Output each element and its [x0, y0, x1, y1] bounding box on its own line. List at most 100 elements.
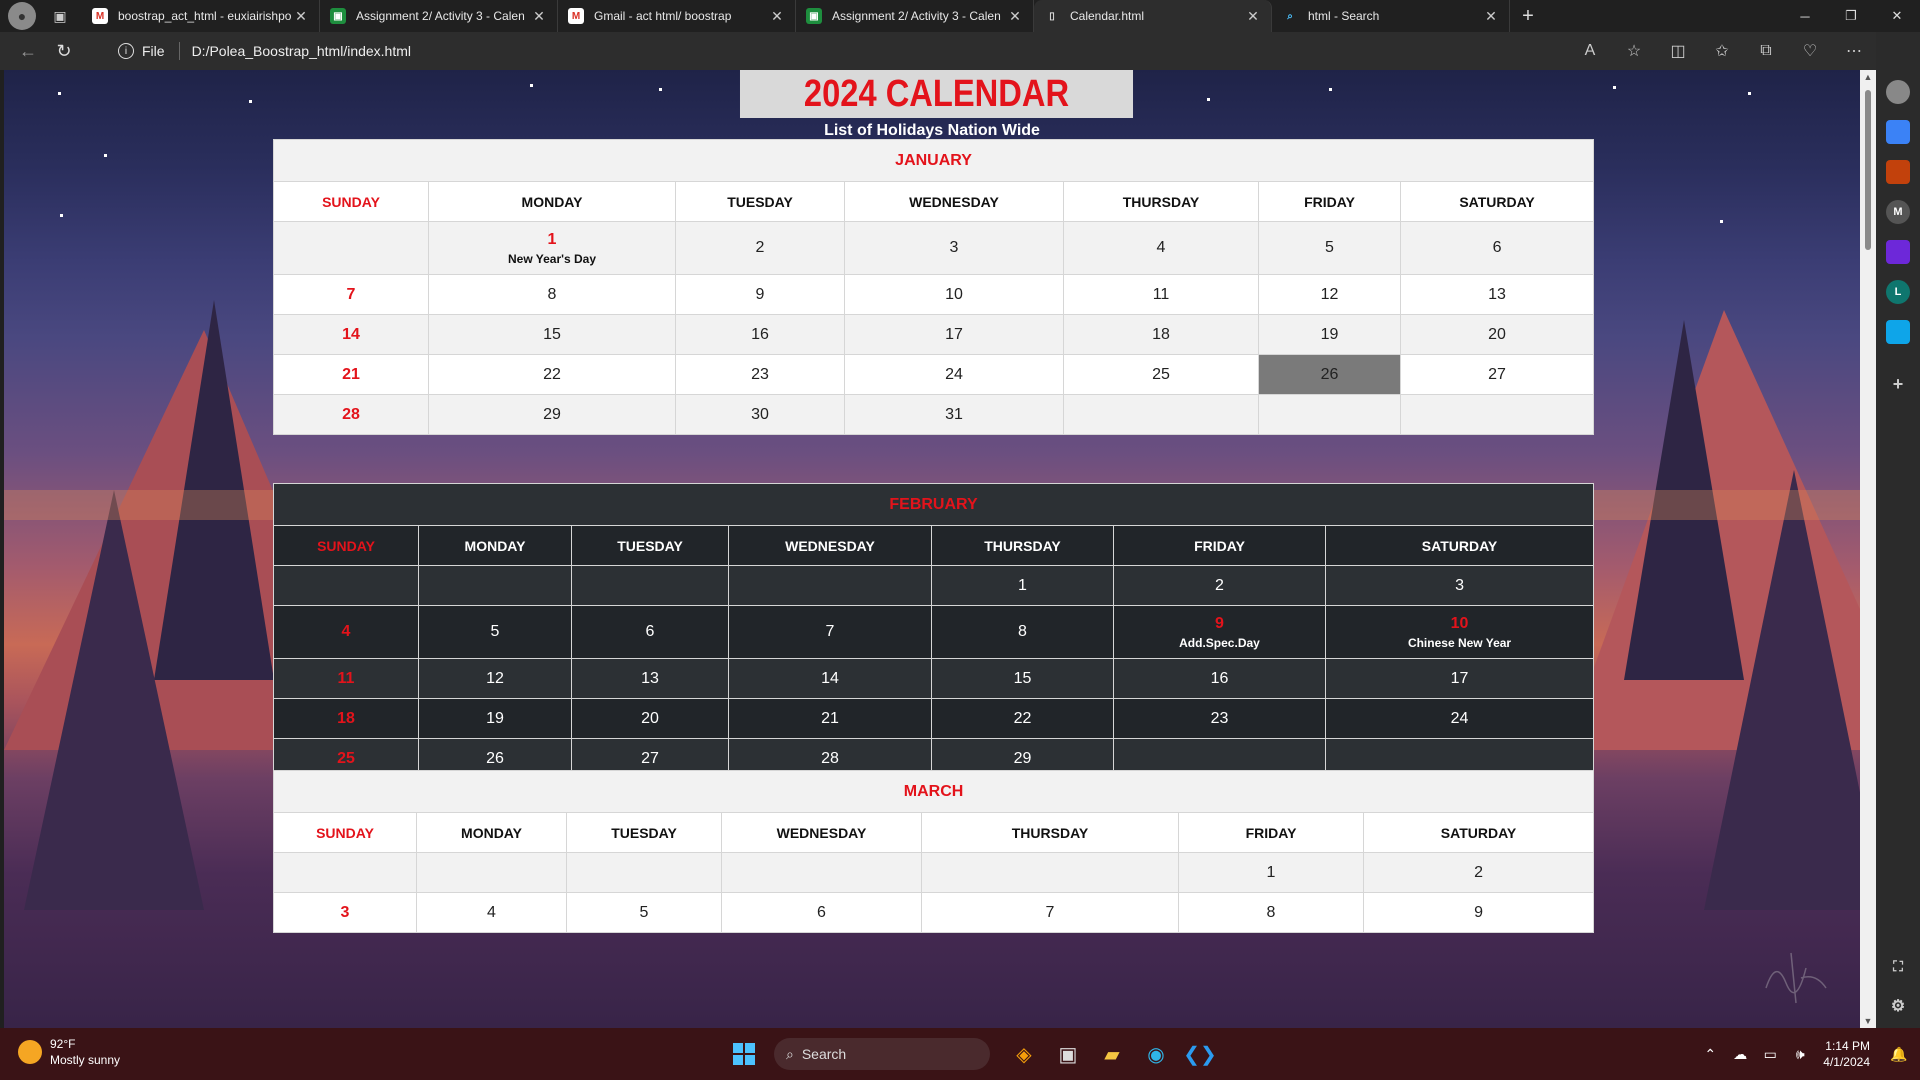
day-cell: 12 — [418, 658, 572, 699]
close-window-icon[interactable]: ✕ — [1874, 0, 1920, 32]
site-info-icon[interactable]: i — [118, 43, 134, 59]
tab-4[interactable]: ▣ Assignment 2/ Activity 3 - Calen ✕ — [796, 0, 1034, 32]
tab-5[interactable]: ▯ Calendar.html ✕ — [1034, 0, 1272, 32]
favorites-icon[interactable]: ✩ — [1700, 35, 1744, 67]
calendar-march: MARCH SUNDAY MONDAY TUESDAY WEDNESDAY THURSDA… — [272, 770, 1595, 933]
day-number: 2 — [1474, 863, 1483, 881]
sidebar-circle-icon[interactable] — [1886, 80, 1910, 104]
tab-actions-icon[interactable]: ▣ — [46, 2, 74, 30]
day-number: 18 — [337, 709, 355, 727]
day-number: 31 — [945, 405, 963, 423]
m365-icon[interactable]: M — [1886, 200, 1910, 224]
outlook-icon[interactable] — [1886, 320, 1910, 344]
tab-close-icon[interactable]: ✕ — [769, 8, 785, 25]
add-sidebar-app-icon[interactable]: + — [1886, 372, 1910, 396]
tab-close-icon[interactable]: ✕ — [1007, 8, 1023, 25]
tab-close-icon[interactable]: ✕ — [293, 8, 309, 25]
day-cell: 28 — [273, 394, 429, 435]
day-number: 1 — [1266, 863, 1276, 881]
day-cell — [273, 852, 417, 893]
linkedin-icon[interactable]: L — [1886, 280, 1910, 304]
day-cell: 19 — [1258, 314, 1401, 355]
tab-close-icon[interactable]: ✕ — [1245, 8, 1261, 25]
day-cell: 1 — [931, 565, 1114, 606]
collections-icon[interactable]: ⧉ — [1744, 35, 1788, 67]
restore-icon[interactable]: ❐ — [1828, 0, 1874, 32]
onedrive-icon[interactable]: ☁ — [1725, 1046, 1755, 1063]
scroll-up-icon[interactable]: ▲ — [1860, 72, 1876, 82]
week-row: 7 8 9 10 11 12 13 — [273, 274, 1595, 315]
copilot-taskbar-icon[interactable]: ◈ — [1004, 1034, 1044, 1074]
edge-browser-icon[interactable]: ◉ — [1136, 1034, 1176, 1074]
tools-icon[interactable] — [1886, 160, 1910, 184]
day-cell: 13 — [1399, 274, 1595, 315]
more-options-icon[interactable]: ⋯ — [1832, 35, 1876, 67]
day-cell: 26 — [1258, 354, 1401, 395]
weather-widget[interactable]: 92°F Mostly sunny — [18, 1036, 120, 1068]
volume-icon[interactable]: 🕪 — [1785, 1046, 1815, 1063]
shopping-tag-icon[interactable] — [1886, 120, 1910, 144]
new-tab-button[interactable]: + — [1510, 0, 1546, 32]
address-url[interactable]: D:/Polea_Boostrap_html/index.html — [192, 43, 411, 59]
weekday-header: MONDAY — [416, 812, 567, 853]
taskbar-search[interactable]: ⌕ Search — [774, 1038, 990, 1070]
weekday-header: FRIDAY — [1113, 525, 1326, 566]
day-cell: 20 — [1399, 314, 1595, 355]
tab-title: boostrap_act_html - euxiairishpo — [118, 9, 292, 23]
read-aloud-icon[interactable]: A — [1568, 35, 1612, 67]
tab-3[interactable]: M Gmail - act html/ boostrap ✕ — [558, 0, 796, 32]
day-cell: 6 — [721, 892, 922, 933]
day-cell: 21 — [273, 354, 429, 395]
screenshot-icon[interactable]: ⛶ — [1886, 954, 1910, 978]
day-cell: 5 — [418, 605, 572, 659]
tab-close-icon[interactable]: ✕ — [1483, 8, 1499, 25]
weekday-header: SATURDAY — [1399, 181, 1595, 222]
task-view-icon[interactable]: ▣ — [1048, 1034, 1088, 1074]
weekday-header: WEDNESDAY — [721, 812, 922, 853]
clock[interactable]: 1:14 PM 4/1/2024 — [1823, 1038, 1870, 1070]
day-number: 22 — [543, 365, 561, 383]
tray-chevron-icon[interactable]: ⌃ — [1695, 1046, 1725, 1063]
tab-6[interactable]: ⌕ html - Search ✕ — [1272, 0, 1510, 32]
weekday-header: SATURDAY — [1324, 525, 1595, 566]
refresh-icon[interactable]: ↻ — [46, 35, 82, 67]
day-cell — [418, 565, 572, 606]
day-number: 10 — [1450, 614, 1469, 632]
weekday-header: FRIDAY — [1258, 181, 1401, 222]
sidebar-settings-icon[interactable]: ⚙ — [1886, 994, 1910, 1018]
tab-2[interactable]: ▣ Assignment 2/ Activity 3 - Calen ✕ — [320, 0, 558, 32]
week-row: 3 4 5 6 7 8 9 — [273, 892, 1595, 933]
day-number: 1 — [1018, 576, 1027, 594]
windows-start-icon[interactable] — [724, 1034, 764, 1074]
day-number: 6 — [1492, 239, 1502, 256]
page-scrollbar[interactable]: ▲ ▼ — [1860, 70, 1876, 1028]
vscode-icon[interactable]: ❮❯ — [1180, 1034, 1220, 1074]
file-explorer-icon[interactable]: ▰ — [1092, 1034, 1132, 1074]
day-cell: 6 — [571, 605, 729, 659]
day-cell — [566, 852, 722, 893]
weekday-header: FRIDAY — [1178, 812, 1364, 853]
day-cell: 11 — [1063, 274, 1259, 315]
minimize-icon[interactable]: ─ — [1782, 0, 1828, 32]
network-icon[interactable]: ▭ — [1755, 1046, 1785, 1063]
day-number: 15 — [543, 325, 561, 343]
day-cell: 11 — [273, 658, 419, 699]
games-icon[interactable] — [1886, 240, 1910, 264]
back-icon[interactable]: ← — [10, 35, 46, 67]
profile-avatar-icon[interactable]: ● — [8, 2, 36, 30]
browser-essentials-icon[interactable]: ♡ — [1788, 35, 1832, 67]
scrollbar-thumb[interactable] — [1865, 90, 1871, 250]
tab-close-icon[interactable]: ✕ — [531, 8, 547, 25]
week-row: 1 New Year's Day 2 3 4 5 6 — [273, 221, 1595, 275]
scroll-down-icon[interactable]: ▼ — [1860, 1016, 1876, 1026]
day-number: 23 — [751, 365, 769, 383]
day-cell: 4 — [1063, 221, 1259, 275]
notifications-icon[interactable]: 🔔 — [1884, 1046, 1914, 1063]
day-number: 20 — [1488, 325, 1506, 343]
tab-1[interactable]: Mboostrap_act_html - euxiairishpo ✕ — [82, 0, 320, 32]
day-number: 4 — [341, 623, 351, 640]
page-subtitle: List of Holidays Nation Wide — [824, 122, 1040, 139]
split-screen-icon[interactable]: ◫ — [1656, 35, 1700, 67]
favorite-star-icon[interactable]: ☆ — [1612, 35, 1656, 67]
address-bar[interactable]: i File D:/Polea_Boostrap_html/index.html — [104, 35, 1604, 67]
